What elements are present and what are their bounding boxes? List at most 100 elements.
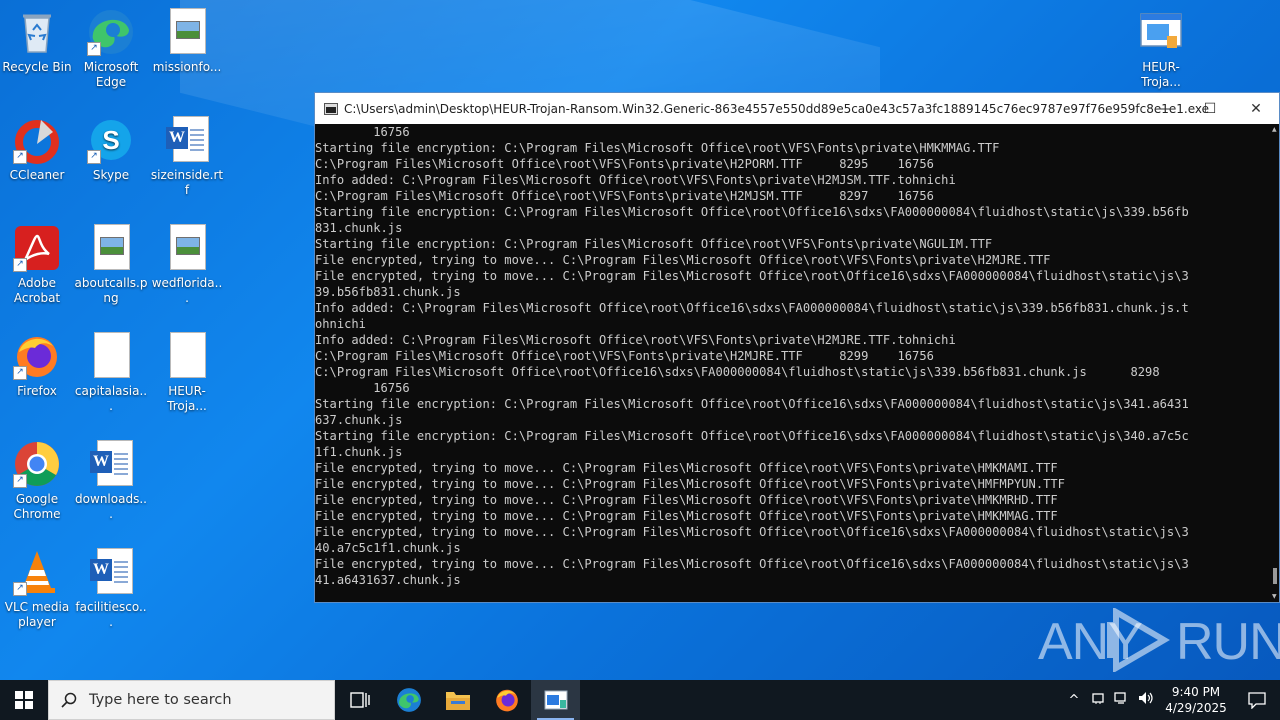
word-file-icon: W bbox=[87, 440, 135, 488]
watermark-right-text: RUN bbox=[1176, 613, 1280, 671]
folder-icon bbox=[445, 692, 470, 710]
shortcut-arrow-icon: ↗ bbox=[13, 150, 27, 164]
desktop-icon-downloads[interactable]: W downloads... bbox=[74, 440, 148, 522]
search-icon bbox=[61, 692, 77, 708]
desktop-icon-label: Microsoft Edge bbox=[83, 60, 139, 89]
firefox-icon: ↗ bbox=[13, 332, 61, 380]
desktop-icon-heur-trojan-exe[interactable]: HEUR-Troja... bbox=[1124, 8, 1198, 90]
shortcut-arrow-icon: ↗ bbox=[13, 258, 27, 272]
console-line: 16756 bbox=[315, 125, 410, 139]
console-title: C:\Users\admin\Desktop\HEUR-Trojan-Ranso… bbox=[344, 101, 1209, 116]
desktop-icon-firefox[interactable]: ↗ Firefox bbox=[0, 332, 74, 399]
clock-time: 9:40 PM bbox=[1171, 685, 1221, 699]
close-button[interactable]: ✕ bbox=[1233, 93, 1279, 124]
desktop-icon-label: missionfo... bbox=[152, 60, 222, 74]
scroll-down-arrow-icon[interactable]: ▼ bbox=[1272, 593, 1277, 600]
search-placeholder: Type here to search bbox=[89, 692, 232, 708]
minimize-button[interactable]: — bbox=[1141, 93, 1187, 124]
desktop-icon-skype[interactable]: S ↗ Skype bbox=[74, 116, 148, 183]
desktop-icon-label: downloads... bbox=[75, 492, 147, 521]
network-device-icon[interactable] bbox=[1086, 691, 1110, 709]
console-output[interactable]: 16756 Starting file encryption: C:\Progra… bbox=[315, 124, 1271, 602]
console-line: ohnichi bbox=[315, 317, 366, 331]
blank-file-icon bbox=[87, 332, 135, 380]
console-line: 39.b56fb831.chunk.js bbox=[315, 285, 461, 299]
desktop-icon-label: capitalasia... bbox=[74, 384, 148, 413]
console-window[interactable]: C:\Users\admin\Desktop\HEUR-Trojan-Ranso… bbox=[314, 92, 1280, 603]
desktop-icon-ccleaner[interactable]: ↗ CCleaner bbox=[0, 116, 74, 183]
desktop-icon-sizeinside[interactable]: W sizeinside.rtf bbox=[150, 116, 224, 198]
console-line: 16756 bbox=[315, 381, 410, 395]
console-line: 1f1.chunk.js bbox=[315, 445, 403, 459]
acrobat-icon: ↗ bbox=[13, 224, 61, 272]
scroll-up-arrow-icon[interactable]: ▲ bbox=[1272, 126, 1277, 133]
console-app-icon bbox=[324, 102, 338, 115]
taskbar-clock[interactable]: 9:40 PM 4/29/2025 bbox=[1158, 684, 1234, 716]
desktop-icon-heur-trojan-file[interactable]: HEUR-Troja... bbox=[150, 332, 224, 414]
console-line: C:\Program Files\Microsoft Office\root\O… bbox=[315, 365, 1160, 379]
shortcut-arrow-icon: ↗ bbox=[13, 366, 27, 380]
network-icon[interactable] bbox=[1110, 691, 1134, 709]
desktop-icon-missionfo[interactable]: missionfo... bbox=[150, 8, 224, 75]
taskbar-search-box[interactable]: Type here to search bbox=[48, 680, 335, 720]
windows-logo-icon bbox=[15, 691, 33, 709]
shortcut-arrow-icon: ↗ bbox=[13, 474, 27, 488]
desktop-icon-label: Firefox bbox=[17, 384, 57, 398]
desktop-icon-wedflorida[interactable]: wedflorida... bbox=[150, 224, 224, 306]
desktop-icon-label: wedflorida... bbox=[151, 276, 223, 305]
desktop-icon-label: sizeinside.rtf bbox=[150, 168, 224, 197]
console-line: Info added: C:\Program Files\Microsoft O… bbox=[315, 301, 1189, 315]
console-line: C:\Program Files\Microsoft Office\root\V… bbox=[315, 157, 934, 171]
word-file-icon: W bbox=[87, 548, 135, 596]
edge-icon bbox=[396, 688, 421, 712]
desktop-icon-edge[interactable]: ↗ Microsoft Edge bbox=[74, 8, 148, 90]
console-line: Info added: C:\Program Files\Microsoft O… bbox=[315, 333, 956, 347]
desktop-icon-label: VLC media player bbox=[4, 600, 70, 629]
skype-icon: S ↗ bbox=[87, 116, 135, 164]
console-line: File encrypted, trying to move... C:\Pro… bbox=[315, 269, 1189, 283]
task-view-button[interactable] bbox=[335, 680, 384, 720]
volume-icon[interactable] bbox=[1134, 691, 1158, 709]
console-titlebar[interactable]: C:\Users\admin\Desktop\HEUR-Trojan-Ranso… bbox=[315, 93, 1279, 124]
taskbar-file-explorer[interactable] bbox=[433, 680, 482, 720]
desktop-icon-label: Skype bbox=[92, 168, 130, 182]
desktop-icon-capitalasia[interactable]: capitalasia... bbox=[74, 332, 148, 414]
maximize-button[interactable]: ☐ bbox=[1187, 93, 1233, 124]
desktop-icon-aboutcalls[interactable]: aboutcalls.png bbox=[74, 224, 148, 306]
desktop-icon-recycle-bin[interactable]: Recycle Bin bbox=[0, 8, 74, 75]
console-line: File encrypted, trying to move... C:\Pro… bbox=[315, 557, 1189, 571]
chrome-icon: ↗ bbox=[13, 440, 61, 488]
chevron-up-icon[interactable]: ^ bbox=[1062, 693, 1086, 708]
firefox-icon bbox=[495, 689, 518, 712]
desktop-icon-facilitiesco[interactable]: W facilitiesco... bbox=[74, 548, 148, 630]
console-line: File encrypted, trying to move... C:\Pro… bbox=[315, 253, 1051, 267]
desktop-icon-chrome[interactable]: ↗ Google Chrome bbox=[0, 440, 74, 522]
taskbar-console-app[interactable] bbox=[531, 680, 580, 720]
desktop-icon-label: Google Chrome bbox=[13, 492, 61, 521]
console-line: Info added: C:\Program Files\Microsoft O… bbox=[315, 173, 956, 187]
start-button[interactable] bbox=[0, 680, 48, 720]
console-line: C:\Program Files\Microsoft Office\root\V… bbox=[315, 189, 934, 203]
edge-icon: ↗ bbox=[87, 8, 135, 56]
executable-icon bbox=[1137, 8, 1185, 56]
console-scrollbar[interactable]: ▲ ▼ bbox=[1271, 124, 1279, 602]
word-file-icon: W bbox=[163, 116, 211, 164]
blank-file-icon bbox=[163, 332, 211, 380]
console-line: Starting file encryption: C:\Program Fil… bbox=[315, 237, 993, 251]
taskbar-edge[interactable] bbox=[384, 680, 433, 720]
image-file-icon bbox=[163, 8, 211, 56]
console-line: File encrypted, trying to move... C:\Pro… bbox=[315, 525, 1189, 539]
console-line: File encrypted, trying to move... C:\Pro… bbox=[315, 477, 1065, 491]
clock-date: 4/29/2025 bbox=[1165, 701, 1227, 715]
notification-button[interactable] bbox=[1234, 691, 1280, 709]
desktop-icon-vlc[interactable]: ↗ VLC media player bbox=[0, 548, 74, 630]
taskbar-firefox[interactable] bbox=[482, 680, 531, 720]
scrollbar-thumb[interactable] bbox=[1273, 568, 1277, 584]
console-line: File encrypted, trying to move... C:\Pro… bbox=[315, 509, 1058, 523]
vlc-icon: ↗ bbox=[13, 548, 61, 596]
console-line: Starting file encryption: C:\Program Fil… bbox=[315, 397, 1189, 411]
console-app-icon bbox=[544, 690, 567, 710]
task-view-icon bbox=[349, 692, 370, 708]
taskbar: Type here to search ^ 9:40 PM 4/29/2025 bbox=[0, 680, 1280, 720]
desktop-icon-adobe-acrobat[interactable]: ↗ Adobe Acrobat bbox=[0, 224, 74, 306]
